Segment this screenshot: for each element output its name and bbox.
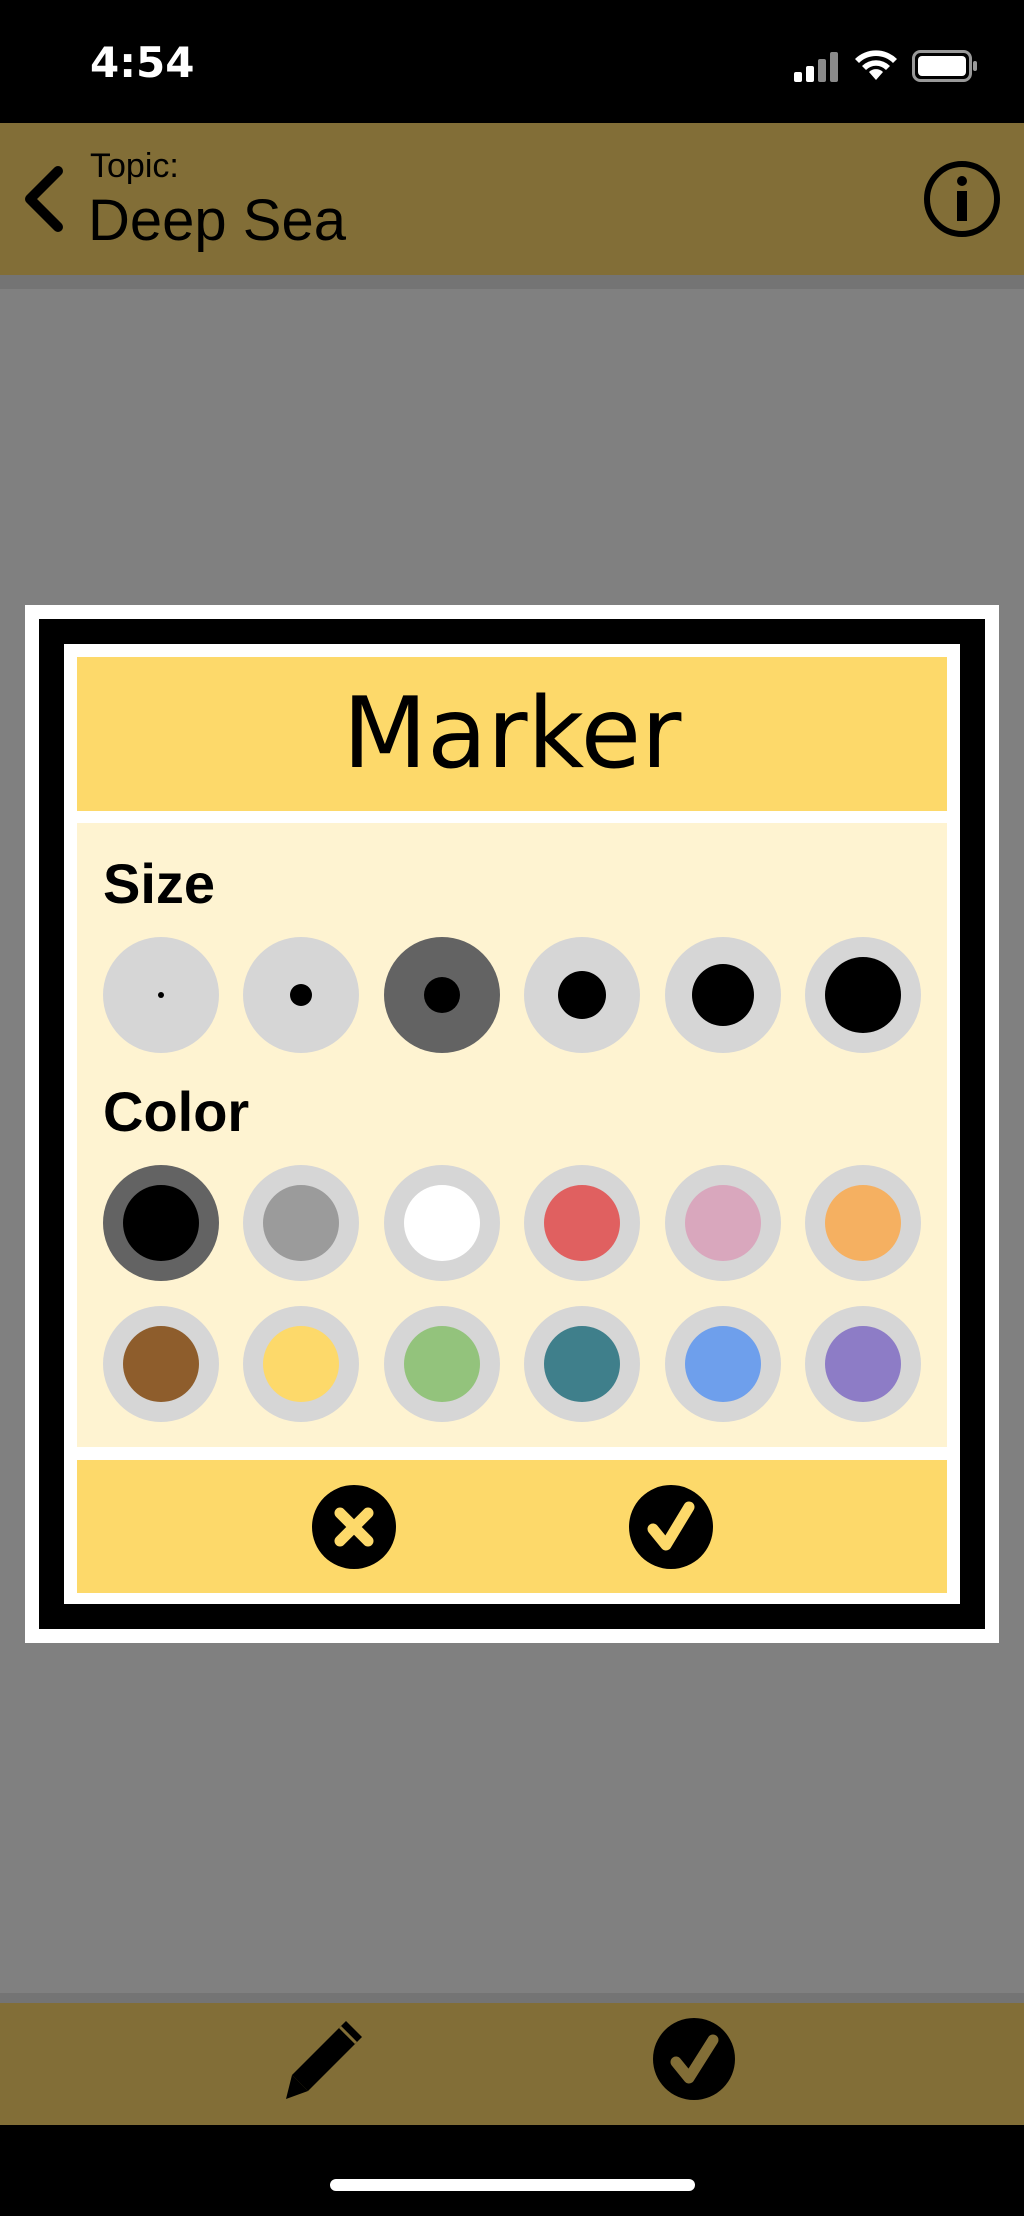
color-swatch-green[interactable]: [384, 1306, 500, 1422]
size-dot-2: [290, 984, 312, 1006]
checkmark-icon: [647, 1501, 695, 1551]
dialog-footer: [77, 1460, 947, 1593]
color-swatch-black[interactable]: [103, 1165, 219, 1281]
nav-bar: Topic: Deep Sea: [0, 123, 1024, 275]
dialog-frame: Marker Size Color: [39, 619, 985, 1629]
color-swatch-yellow[interactable]: [243, 1306, 359, 1422]
close-icon: [334, 1507, 374, 1547]
color-swatch-white[interactable]: [384, 1165, 500, 1281]
toolbar-shadow: [0, 1993, 1024, 2003]
color-dot-teal: [544, 1326, 620, 1402]
color-dot-gray: [263, 1185, 339, 1261]
color-row-1: [103, 1165, 921, 1281]
size-dot-4: [558, 971, 606, 1019]
size-option-2[interactable]: [243, 937, 359, 1053]
topic-label: Topic:: [90, 147, 179, 185]
size-dot-3: [424, 977, 460, 1013]
size-option-3[interactable]: [384, 937, 500, 1053]
dialog-body: Size Color: [77, 823, 947, 1447]
bottom-toolbar: [0, 1993, 1024, 2125]
status-bar: 4:54: [0, 0, 1024, 123]
color-dot-brown: [123, 1326, 199, 1402]
color-dot-red: [544, 1185, 620, 1261]
color-dot-orange: [825, 1185, 901, 1261]
color-dot-black: [123, 1185, 199, 1261]
pencil-icon: [286, 2021, 362, 2099]
info-icon: [924, 161, 1000, 237]
color-row-2: [103, 1306, 921, 1422]
size-option-1[interactable]: [103, 937, 219, 1053]
size-option-6[interactable]: [805, 937, 921, 1053]
size-option-4[interactable]: [524, 937, 640, 1053]
cancel-button[interactable]: [312, 1485, 396, 1569]
color-swatch-teal[interactable]: [524, 1306, 640, 1422]
color-dot-purple: [825, 1326, 901, 1402]
topic-title: Deep Sea: [88, 188, 346, 253]
back-button[interactable]: [14, 161, 74, 237]
color-swatch-gray[interactable]: [243, 1165, 359, 1281]
pencil-tool-button[interactable]: [282, 2015, 368, 2101]
size-dot-1: [158, 992, 164, 998]
color-swatch-brown[interactable]: [103, 1306, 219, 1422]
chevron-left-icon: [25, 166, 63, 232]
checkmark-icon: [653, 2018, 735, 2100]
color-swatch-pink[interactable]: [665, 1165, 781, 1281]
home-indicator[interactable]: [330, 2179, 695, 2191]
wifi-icon: [855, 50, 897, 80]
color-swatch-red[interactable]: [524, 1165, 640, 1281]
nav-shadow: [0, 275, 1024, 289]
dialog-title: Marker: [342, 677, 682, 791]
status-time: 4:54: [90, 38, 195, 87]
size-label: Size: [103, 852, 216, 915]
color-dot-pink: [685, 1185, 761, 1261]
color-dot-yellow: [263, 1326, 339, 1402]
size-dot-5: [692, 964, 754, 1026]
confirm-button[interactable]: [629, 1485, 713, 1569]
color-label: Color: [103, 1080, 250, 1143]
size-dot-6: [825, 957, 901, 1033]
size-option-5[interactable]: [665, 937, 781, 1053]
battery-icon: [912, 50, 977, 82]
status-icons: [794, 48, 978, 84]
color-dot-white: [404, 1185, 480, 1261]
color-swatch-purple[interactable]: [805, 1306, 921, 1422]
info-button[interactable]: [922, 159, 1002, 239]
size-row: [103, 937, 921, 1053]
color-dot-green: [404, 1326, 480, 1402]
color-swatch-blue[interactable]: [665, 1306, 781, 1422]
done-button[interactable]: [651, 2016, 737, 2102]
dialog-panel: Marker Size Color: [64, 644, 960, 1604]
color-swatch-orange[interactable]: [805, 1165, 921, 1281]
color-dot-blue: [685, 1326, 761, 1402]
dialog-header: Marker: [77, 657, 947, 811]
cellular-signal-icon: [794, 52, 838, 82]
marker-dialog: Marker Size Color: [25, 605, 999, 1643]
